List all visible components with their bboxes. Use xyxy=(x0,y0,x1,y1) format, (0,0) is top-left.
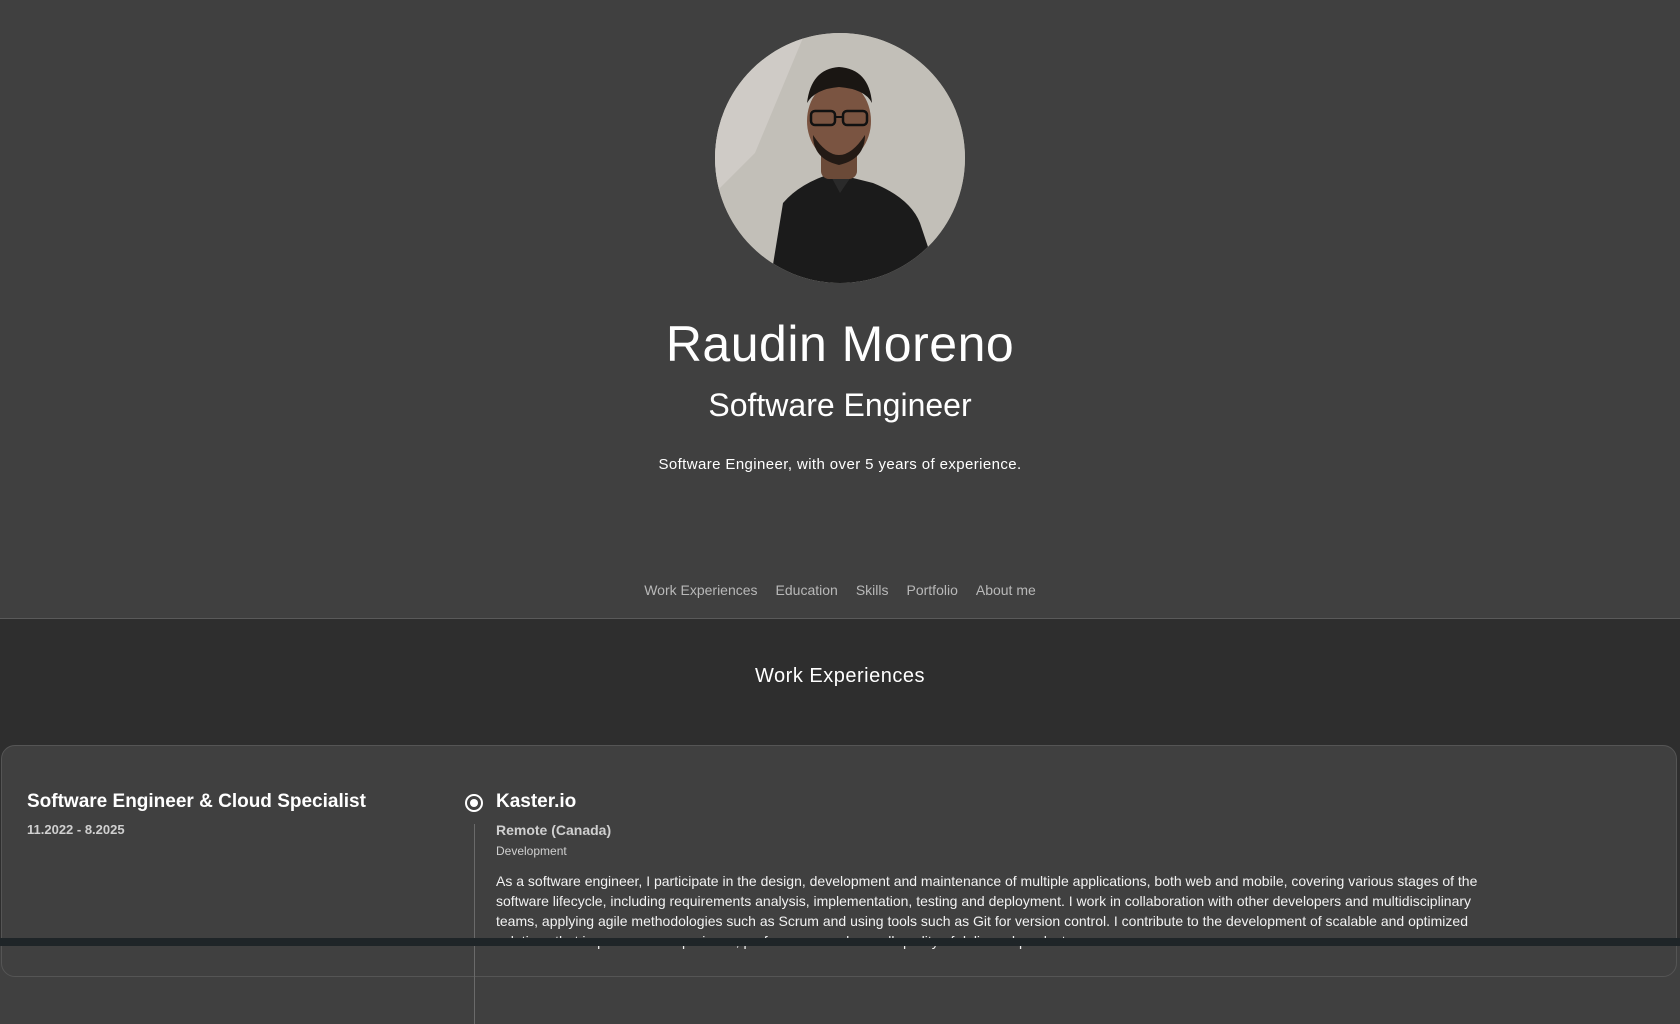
profile-title: Software Engineer xyxy=(708,387,972,423)
section-title: Work Experiences xyxy=(755,665,925,687)
timeline-line xyxy=(474,824,475,1024)
nav-item-work-experiences[interactable]: Work Experiences xyxy=(644,582,757,598)
nav-item-education[interactable]: Education xyxy=(776,582,838,598)
avatar xyxy=(715,33,965,283)
nav-item-about-me[interactable]: About me xyxy=(976,582,1036,598)
company-name: Kaster.io xyxy=(496,791,577,812)
bottom-bar xyxy=(0,938,1680,946)
profile-photo xyxy=(715,33,965,283)
job-role: Software Engineer & Cloud Specialist xyxy=(27,791,366,812)
job-location: Remote (Canada) xyxy=(496,822,612,838)
nav-item-skills[interactable]: Skills xyxy=(856,582,889,598)
job-dates: 11.2022 - 8.2025 xyxy=(27,822,125,837)
nav-item-portfolio[interactable]: Portfolio xyxy=(907,582,958,598)
profile-name: Raudin Moreno xyxy=(665,316,1015,372)
timeline-dot-icon xyxy=(465,794,483,812)
profile-tagline: Software Engineer, with over 5 years of … xyxy=(658,456,1022,473)
job-category: Development xyxy=(496,844,567,858)
hero-section: Raudin Moreno Software Engineer Software… xyxy=(0,0,1680,619)
section-nav: Work Experiences Education Skills Portfo… xyxy=(0,582,1680,598)
